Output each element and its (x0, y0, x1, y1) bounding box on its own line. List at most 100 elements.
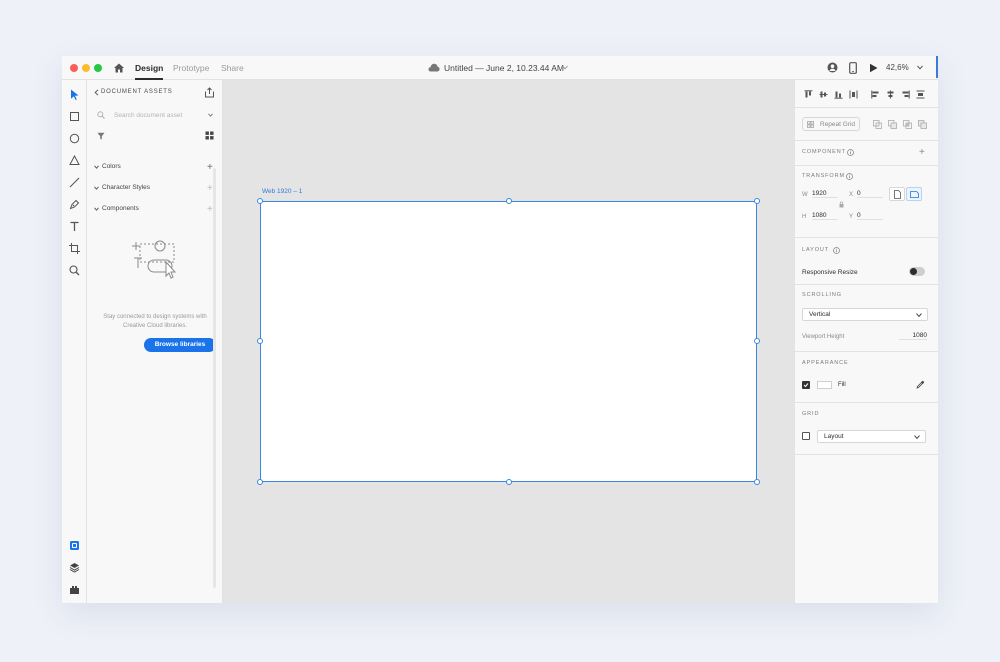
resize-handle-bottom-right[interactable] (754, 479, 760, 485)
chevron-down-icon[interactable] (94, 165, 99, 169)
width-field[interactable]: 1920 (812, 190, 838, 198)
design-canvas[interactable]: Web 1920 – 1 (223, 80, 794, 603)
x-label: X (849, 192, 854, 198)
artboard-tool-icon[interactable] (68, 242, 81, 255)
resize-handle-top-left[interactable] (257, 198, 263, 204)
align-top-icon[interactable] (804, 90, 813, 99)
asset-search-input[interactable] (114, 109, 204, 121)
x-field[interactable]: 0 (857, 190, 883, 198)
grid-checkbox[interactable] (802, 432, 810, 440)
exclude-boolean-icon[interactable] (918, 120, 927, 129)
align-center-icon[interactable] (886, 90, 895, 99)
landscape-orientation-button[interactable] (906, 187, 922, 201)
add-character-style-icon[interactable]: + (207, 184, 213, 194)
resize-handle-left[interactable] (257, 338, 263, 344)
scrolling-dropdown[interactable]: Vertical (802, 308, 928, 321)
y-field[interactable]: 0 (857, 212, 883, 220)
fill-color-swatch[interactable] (817, 381, 832, 389)
portrait-orientation-button[interactable] (889, 187, 905, 201)
eyedropper-icon[interactable] (916, 380, 925, 389)
tab-share[interactable]: Share (221, 56, 244, 80)
add-color-icon[interactable]: + (207, 163, 213, 173)
landscape-icon (910, 191, 919, 198)
divider (795, 107, 938, 108)
chevron-down-icon[interactable] (208, 113, 213, 117)
zoom-chevron-icon[interactable] (917, 65, 923, 70)
colors-section[interactable]: Colors + (87, 161, 223, 175)
tab-prototype[interactable]: Prototype (173, 56, 209, 80)
line-tool-icon[interactable] (68, 176, 81, 189)
width-label: W (802, 192, 808, 198)
character-styles-section[interactable]: Character Styles + (87, 182, 223, 196)
back-chevron-icon[interactable] (94, 89, 99, 96)
filter-icon[interactable] (97, 132, 105, 140)
grid-view-icon[interactable] (205, 131, 214, 140)
responsive-resize-label: Responsive Resize (802, 269, 858, 276)
home-icon[interactable] (113, 62, 125, 74)
select-tool-icon[interactable] (68, 88, 81, 101)
chevron-down-icon[interactable] (94, 207, 99, 211)
property-inspector: Repeat Grid COMPONENT + TRANSFORM W 1920… (794, 80, 938, 603)
info-icon[interactable] (847, 149, 854, 156)
align-right-icon[interactable] (901, 90, 910, 99)
share-export-icon[interactable] (204, 87, 215, 98)
artboard-label[interactable]: Web 1920 – 1 (262, 188, 302, 195)
info-icon[interactable] (846, 173, 853, 180)
layers-panel-icon[interactable] (69, 562, 80, 573)
rectangle-tool-icon[interactable] (68, 110, 81, 123)
height-field[interactable]: 1080 (812, 212, 838, 220)
ellipse-tool-icon[interactable] (68, 132, 81, 145)
tab-design[interactable]: Design (135, 56, 164, 80)
document-assets-panel: DOCUMENT ASSETS Colors + Character Style… (87, 80, 223, 603)
distribute-vertical-icon[interactable] (849, 90, 858, 99)
info-icon[interactable] (833, 247, 840, 254)
appearance-section-title: APPEARANCE (802, 360, 849, 366)
zoom-tool-icon[interactable] (68, 264, 81, 277)
repeat-grid-button[interactable]: Repeat Grid (802, 117, 860, 131)
add-component-icon[interactable]: + (919, 148, 925, 158)
resize-handle-right[interactable] (754, 338, 760, 344)
zoom-level[interactable]: 42,6% (886, 56, 909, 80)
resize-handle-bottom[interactable] (506, 479, 512, 485)
divider (795, 237, 938, 238)
grid-type-dropdown[interactable]: Layout (817, 430, 926, 443)
user-icon[interactable] (827, 62, 838, 73)
responsive-resize-toggle[interactable] (909, 267, 925, 276)
align-bottom-icon[interactable] (834, 90, 843, 99)
mobile-preview-icon[interactable] (849, 62, 857, 74)
align-left-icon[interactable] (871, 90, 880, 99)
text-tool-icon[interactable] (68, 220, 81, 233)
viewport-height-field[interactable]: 1080 (899, 332, 927, 340)
distribute-horizontal-icon[interactable] (916, 90, 925, 99)
fill-checkbox[interactable] (802, 381, 810, 389)
minimize-window-button[interactable] (82, 64, 90, 72)
chevron-down-icon[interactable] (94, 186, 99, 190)
lock-aspect-icon[interactable] (839, 201, 844, 208)
add-boolean-icon[interactable] (873, 120, 882, 129)
artboard[interactable] (260, 201, 757, 482)
chevron-down-icon[interactable] (562, 65, 568, 70)
add-component-icon[interactable]: + (207, 205, 213, 215)
document-title[interactable]: Untitled — June 2, 10.23.44 AM (444, 56, 564, 80)
resize-handle-top-right[interactable] (754, 198, 760, 204)
assets-panel-title: DOCUMENT ASSETS (101, 89, 173, 95)
browse-libraries-button[interactable]: Browse libraries (144, 338, 216, 352)
resize-handle-bottom-left[interactable] (257, 479, 263, 485)
divider (795, 165, 938, 166)
polygon-tool-icon[interactable] (68, 154, 81, 167)
plugins-panel-icon[interactable] (69, 584, 80, 595)
play-icon[interactable] (869, 63, 878, 73)
subtract-boolean-icon[interactable] (888, 120, 897, 129)
resize-handle-top[interactable] (506, 198, 512, 204)
align-middle-icon[interactable] (819, 90, 828, 99)
assets-panel-icon[interactable] (69, 540, 80, 551)
maximize-window-button[interactable] (94, 64, 102, 72)
divider (795, 402, 938, 403)
intersect-boolean-icon[interactable] (903, 120, 912, 129)
components-section[interactable]: Components + (87, 203, 223, 217)
divider (795, 140, 938, 141)
pen-tool-icon[interactable] (68, 198, 81, 211)
close-window-button[interactable] (70, 64, 78, 72)
assets-scrollbar[interactable] (213, 168, 216, 588)
app-window: Design Prototype Share Untitled — June 2… (62, 56, 938, 603)
